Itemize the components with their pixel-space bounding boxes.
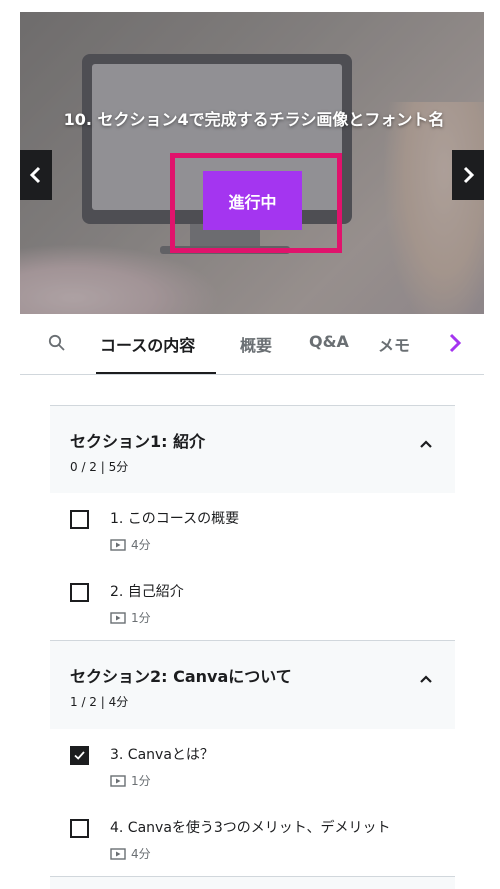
lecture-checkbox[interactable]	[70, 510, 89, 529]
previous-lecture-button[interactable]	[20, 150, 52, 200]
lecture-duration: 4分	[131, 538, 151, 552]
lecture-title: 1. このコースの概要	[110, 511, 240, 527]
search-button[interactable]	[48, 334, 66, 356]
collapse-section-button[interactable]	[419, 434, 433, 453]
search-icon	[48, 334, 65, 351]
section-progress: 0 / 2 | 5分	[70, 460, 129, 474]
lecture-item[interactable]: 2. 自己紹介 1分	[70, 577, 470, 637]
section-title: セクション2: Canvaについて	[70, 667, 292, 686]
tab-notes[interactable]: メモ	[378, 332, 410, 356]
lecture-duration: 1分	[131, 774, 151, 788]
lecture-meta: 4分	[110, 845, 151, 862]
section-header[interactable]	[50, 876, 455, 889]
video-player[interactable]: 10. セクション4で完成するチラシ画像とフォント名 進行中	[20, 12, 484, 314]
lecture-title: 3. Canvaとは？	[110, 747, 214, 763]
tab-bar: コースの内容 概要 Q&A メモ	[20, 318, 484, 375]
collapse-section-button[interactable]	[419, 669, 433, 688]
lecture-title: 2. 自己紹介	[110, 584, 184, 600]
lecture-checkbox-checked[interactable]	[70, 746, 89, 765]
tab-scroll-next-button[interactable]	[448, 332, 462, 358]
video-title: 10. セクション4で完成するチラシ画像とフォント名	[63, 110, 445, 129]
chevron-up-icon	[420, 675, 432, 683]
lecture-meta: 1分	[110, 772, 151, 789]
video-icon	[110, 774, 126, 787]
lecture-title: 4. Canvaを使う3つのメリット、デメリット	[110, 820, 391, 836]
video-icon	[110, 611, 126, 624]
next-lecture-button[interactable]	[452, 150, 484, 200]
lecture-item[interactable]: 1. このコースの概要 4分	[70, 504, 470, 564]
lecture-meta: 1分	[110, 609, 151, 626]
lecture-duration: 1分	[131, 611, 151, 625]
section-title: セクション1: 紹介	[70, 432, 206, 451]
tab-overview[interactable]: 概要	[240, 332, 272, 356]
section-progress: 1 / 2 | 4分	[70, 695, 129, 709]
chevron-right-icon	[449, 333, 462, 353]
chevron-left-icon	[29, 166, 41, 184]
lecture-item[interactable]: 3. Canvaとは？ 1分	[70, 740, 470, 800]
lecture-checkbox[interactable]	[70, 819, 89, 838]
section-header[interactable]: セクション2: Canvaについて 1 / 2 | 4分	[50, 641, 455, 729]
in-progress-button[interactable]: 進行中	[203, 171, 302, 230]
tab-qa[interactable]: Q&A	[309, 332, 349, 351]
chevron-right-icon	[463, 166, 475, 184]
lecture-meta: 4分	[110, 536, 151, 553]
active-tab-indicator	[96, 372, 216, 374]
chevron-up-icon	[420, 440, 432, 448]
video-icon	[110, 538, 126, 551]
section-header[interactable]: セクション1: 紹介 0 / 2 | 5分	[50, 405, 455, 493]
check-icon	[74, 751, 85, 760]
lecture-checkbox[interactable]	[70, 583, 89, 602]
tab-course-content[interactable]: コースの内容	[100, 332, 195, 356]
video-icon	[110, 847, 126, 860]
lecture-duration: 4分	[131, 847, 151, 861]
lecture-item[interactable]: 4. Canvaを使う3つのメリット、デメリット 4分	[70, 813, 470, 873]
